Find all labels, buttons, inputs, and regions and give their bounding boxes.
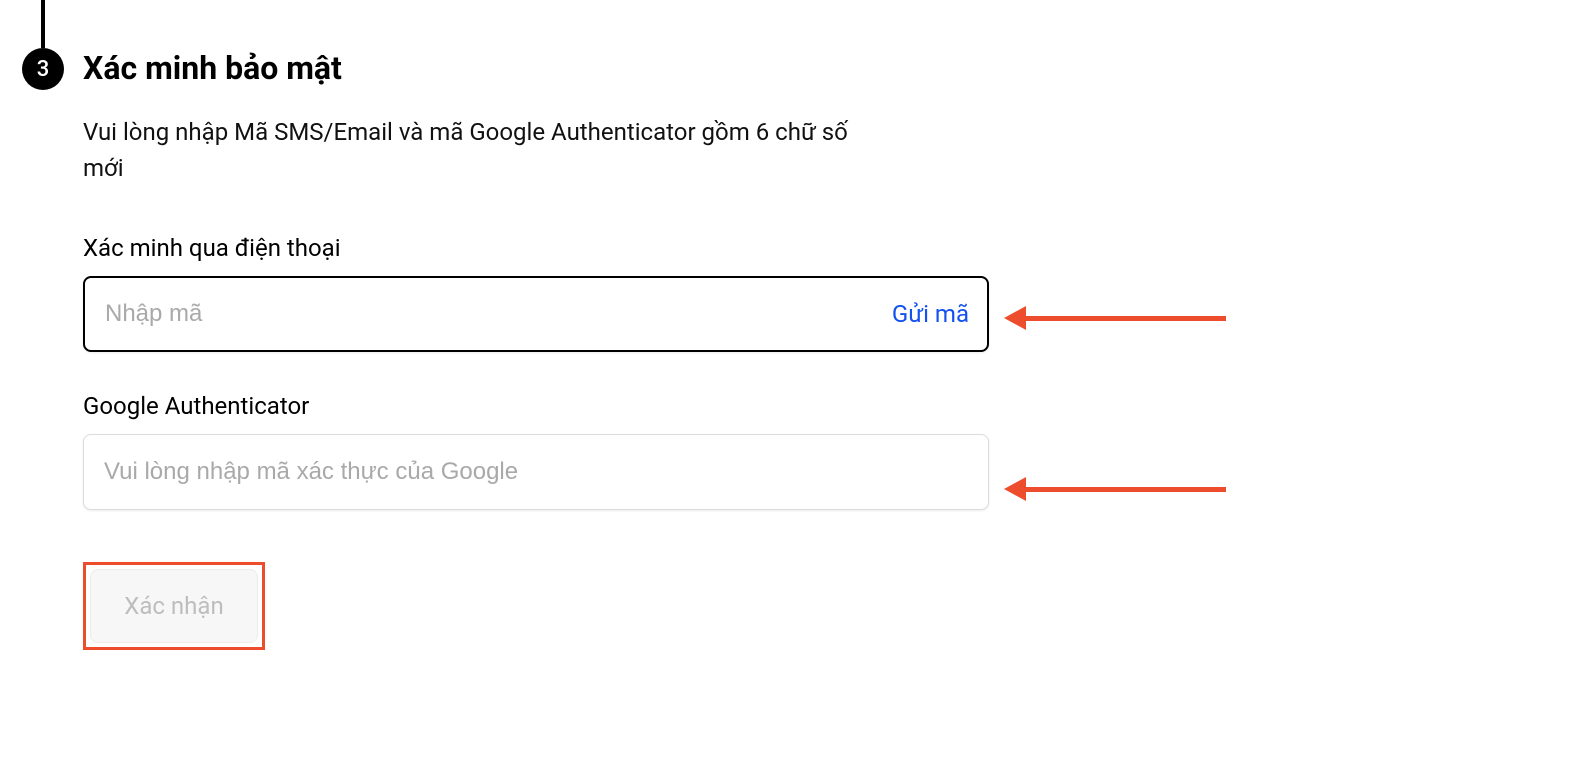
phone-verification-label: Xác minh qua điện thoại (83, 234, 1083, 262)
step-number: 3 (37, 57, 50, 82)
send-code-button[interactable]: Gửi mã (892, 300, 969, 328)
timeline-connector (41, 0, 45, 48)
step-number-badge: 3 (22, 48, 64, 90)
ga-verification-group: Google Authenticator (83, 392, 1083, 510)
phone-verification-group: Xác minh qua điện thoại Gửi mã (83, 234, 1083, 352)
step-title: Xác minh bảo mật (83, 48, 1083, 90)
confirm-button[interactable]: Xác nhận (90, 569, 258, 643)
ga-code-input[interactable] (83, 434, 989, 510)
phone-code-input-wrap: Gửi mã (83, 276, 989, 352)
step-description: Vui lòng nhập Mã SMS/Email và mã Google … (83, 114, 863, 186)
ga-verification-label: Google Authenticator (83, 392, 1083, 420)
phone-code-input[interactable] (83, 276, 989, 352)
submit-row: Xác nhận (83, 562, 1083, 650)
annotation-highlight-box: Xác nhận (83, 562, 265, 650)
step-content: Xác minh bảo mật Vui lòng nhập Mã SMS/Em… (83, 48, 1083, 650)
annotation-arrow-icon (1004, 306, 1226, 330)
ga-code-input-wrap (83, 434, 989, 510)
annotation-arrow-icon (1004, 477, 1226, 501)
